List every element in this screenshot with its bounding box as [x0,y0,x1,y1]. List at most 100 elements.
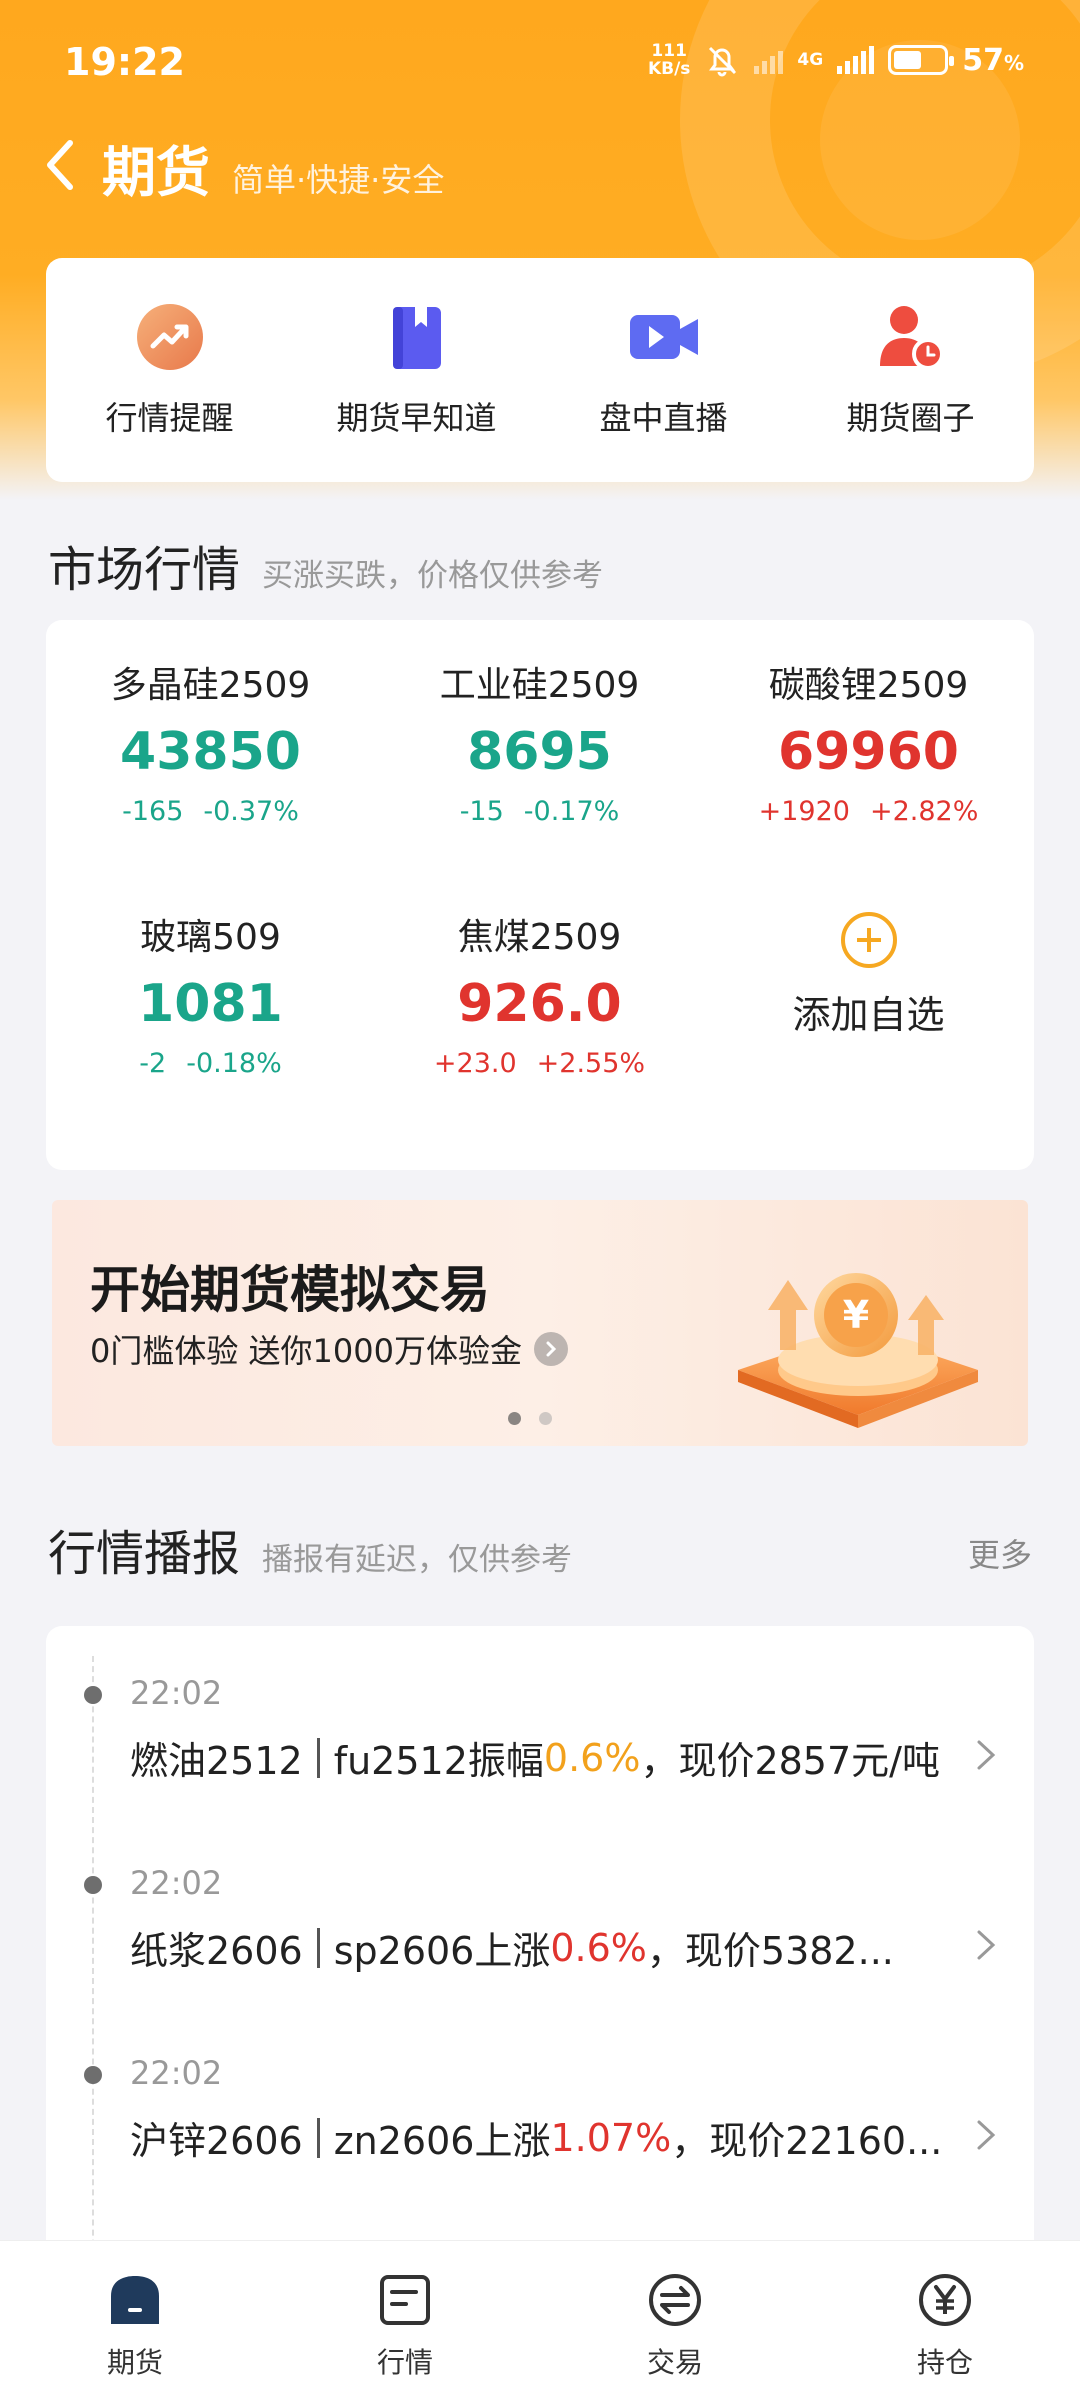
tab-quotes[interactable]: 行情 [270,2241,540,2400]
back-button[interactable] [44,135,90,195]
tab-label: 交易 [646,2346,703,2379]
home-icon [106,2271,164,2329]
quote-item-industrial-silicon[interactable]: 工业硅2509 8695 -15 -0.17% [375,620,704,840]
quote-item-lithium-carbonate[interactable]: 碳酸锂2509 69960 +1920 +2.82% [704,620,1033,840]
quote-change: -165 -0.37% [122,796,299,827]
quote-change: -2 -0.18% [139,1048,282,1079]
quote-icon [376,2271,434,2329]
quote-change: +23.0 +2.55% [433,1048,646,1079]
tab-trade[interactable]: 交易 [540,2241,810,2400]
add-watchlist-button[interactable]: 添加自选 [704,872,1033,1092]
top-nav: 期货 简单·快捷·安全 [44,128,444,207]
tab-label: 持仓 [916,2346,973,2379]
signal-bars-icon [754,46,784,74]
news-pct: 0.6% [550,1925,647,1970]
chevron-right-icon [977,1740,996,1770]
news-time: 22:02 [130,1674,223,1712]
add-watchlist-label: 添加自选 [792,993,945,1037]
news-price: ，现价2857元/吨 [640,1739,940,1783]
news-text: 纸浆2606 sp2606上涨 0.6% ，现价5382... [130,1920,894,1975]
banner-pagination [508,1412,552,1425]
news-time: 22:02 [130,2054,223,2092]
quick-item-live[interactable]: 盘中直播 [544,301,784,439]
network-type: 4G [797,49,824,70]
timeline-dot [84,1686,102,1704]
market-section-header: 市场行情 买涨买跌，价格仅供参考 [48,530,603,600]
news-text: 燃油2512 fu2512振幅 0.6% ，现价2857元/吨 [130,1730,940,1785]
video-camera-icon [628,301,700,373]
quick-item-label: 盘中直播 [599,399,728,437]
news-contract: 纸浆2606 [130,1929,303,1973]
news-item[interactable]: 22:02 燃油2512 fu2512振幅 0.6% ，现价2857元/吨 [46,1626,1034,1816]
news-item[interactable]: 22:02 纸浆2606 sp2606上涨 0.6% ，现价5382... [46,1816,1034,2006]
quote-price: 69960 [778,722,959,782]
news-pct: 1.07% [550,2115,672,2160]
quick-item-community[interactable]: 期货圈子 [791,301,1031,439]
quote-change: -15 -0.17% [459,796,620,827]
chevron-right-icon [977,2120,996,2150]
market-quotes-card: 多晶硅2509 43850 -165 -0.37% 工业硅2509 8695 -1… [46,620,1034,1170]
quote-name: 多晶硅2509 [110,665,311,706]
quick-entry-card: 行情提醒 期货早知道 盘中直播 期货圈子 [46,258,1034,482]
quote-name: 玻璃509 [140,917,281,958]
quote-price: 43850 [120,722,301,782]
quick-item-market-alert[interactable]: 行情提醒 [50,301,290,439]
quote-price: 8695 [467,722,612,782]
quote-name: 碳酸锂2509 [768,665,969,706]
bottom-tab-bar: 期货 行情 交易 持仓 [0,2240,1080,2400]
news-price: ，现价22160... [671,2119,943,2163]
quote-price: 926.0 [457,974,622,1034]
news-desc: zn2606上涨 [333,2119,551,2163]
news-section-header: 行情播报 播报有延迟，仅供参考 [48,1514,572,1584]
page-subtitle: 简单·快捷·安全 [232,161,445,199]
yen-icon [916,2271,974,2329]
banner-title: 开始期货模拟交易 [90,1261,490,1319]
speed-value: 111 [651,41,687,61]
chevron-right-icon [533,1332,568,1366]
quote-item-polysilicon[interactable]: 多晶硅2509 43850 -165 -0.37% [46,620,375,840]
timeline-dot [84,1876,102,1894]
simulated-trading-banner[interactable]: 开始期货模拟交易 0门槛体验 送你1000万体验金 ¥ [52,1200,1028,1446]
news-pct: 0.6% [543,1735,641,1780]
news-time: 22:02 [130,1864,223,1902]
timeline-dot [84,2066,102,2084]
tab-label: 期货 [106,2346,163,2379]
tab-positions[interactable]: 持仓 [810,2241,1080,2400]
news-more-link[interactable]: 更多 [968,1530,1032,1576]
page-title: 期货 [102,141,210,204]
quick-item-futures-knowledge[interactable]: 期货早知道 [297,301,537,439]
market-section-title: 市场行情 [48,542,241,598]
quick-item-label: 期货圈子 [846,399,975,437]
quote-item-coking-coal[interactable]: 焦煤2509 926.0 +23.0 +2.55% [375,872,704,1092]
mute-bell-icon [709,46,737,77]
quote-name: 工业硅2509 [439,665,640,706]
quote-change: +1920 +2.82% [758,796,979,827]
quick-item-label: 行情提醒 [105,399,234,437]
tab-futures[interactable]: 期货 [0,2241,270,2400]
news-section-title: 行情播报 [48,1526,241,1582]
news-desc: fu2512振幅 [333,1739,544,1783]
banner-subtitle: 0门槛体验 送你1000万体验金 [90,1332,522,1370]
quote-price: 1081 [138,974,283,1034]
status-bar: 19:22 111 KB/s 4G 57% [0,0,1080,120]
exchange-icon [646,2271,704,2329]
news-contract: 燃油2512 [130,1739,303,1783]
chevron-right-icon [977,1930,996,1960]
signal-4g-icon [837,46,875,74]
news-price: ，现价5382... [646,1929,894,1973]
banner-subtitle-row: 0门槛体验 送你1000万体验金 [90,1326,568,1372]
tab-label: 行情 [376,2346,433,2379]
news-item[interactable]: 22:02 沪锌2606 zn2606上涨 1.07% ，现价22160... [46,2006,1034,2196]
quote-name: 焦煤2509 [457,917,622,958]
battery-icon [888,45,955,75]
quote-item-glass[interactable]: 玻璃509 1081 -2 -0.18% [46,872,375,1092]
news-desc: sp2606上涨 [333,1929,551,1973]
book-icon [381,301,453,373]
speed-unit: KB/s [647,59,691,79]
battery-level: 57% [962,42,1024,78]
user-clock-icon [875,301,947,373]
svg-text:¥: ¥ [843,1293,869,1337]
news-text: 沪锌2606 zn2606上涨 1.07% ，现价22160... [130,2110,942,2165]
add-circle-icon [840,912,897,968]
quick-item-label: 期货早知道 [336,399,497,437]
